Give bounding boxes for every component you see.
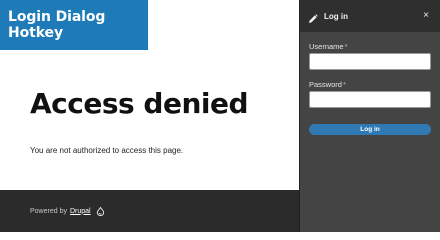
main-content: Login Dialog Hotkey Access denied You ar… — [0, 0, 299, 232]
dialog-header: Log in × — [300, 0, 440, 32]
password-label: Password* — [309, 80, 431, 89]
required-marker: * — [344, 42, 348, 51]
password-label-text: Password — [309, 80, 342, 89]
access-message: You are not authorized to access this pa… — [30, 146, 184, 155]
site-banner: Login Dialog Hotkey — [0, 0, 148, 50]
username-label-text: Username — [309, 42, 344, 51]
page-title: Access denied — [30, 87, 249, 120]
powered-by-text: Powered by — [30, 207, 67, 215]
login-dialog: Log in × Username* Password* Log in — [299, 0, 440, 232]
drupal-drop-icon — [96, 205, 105, 216]
login-form: Username* Password* Log in — [300, 32, 440, 136]
dialog-title: Log in — [324, 11, 348, 21]
username-label: Username* — [309, 42, 431, 51]
drupal-link[interactable]: Drupal — [70, 208, 91, 215]
banner-text: Login Dialog Hotkey — [8, 9, 106, 41]
site-footer: Powered by Drupal — [0, 190, 299, 232]
pencil-icon — [308, 11, 318, 23]
close-button[interactable]: × — [420, 10, 432, 22]
password-field[interactable] — [309, 91, 431, 108]
required-marker: * — [342, 80, 346, 89]
close-icon: × — [423, 10, 429, 21]
login-submit-button[interactable]: Log in — [309, 124, 431, 135]
username-field[interactable] — [309, 53, 431, 70]
